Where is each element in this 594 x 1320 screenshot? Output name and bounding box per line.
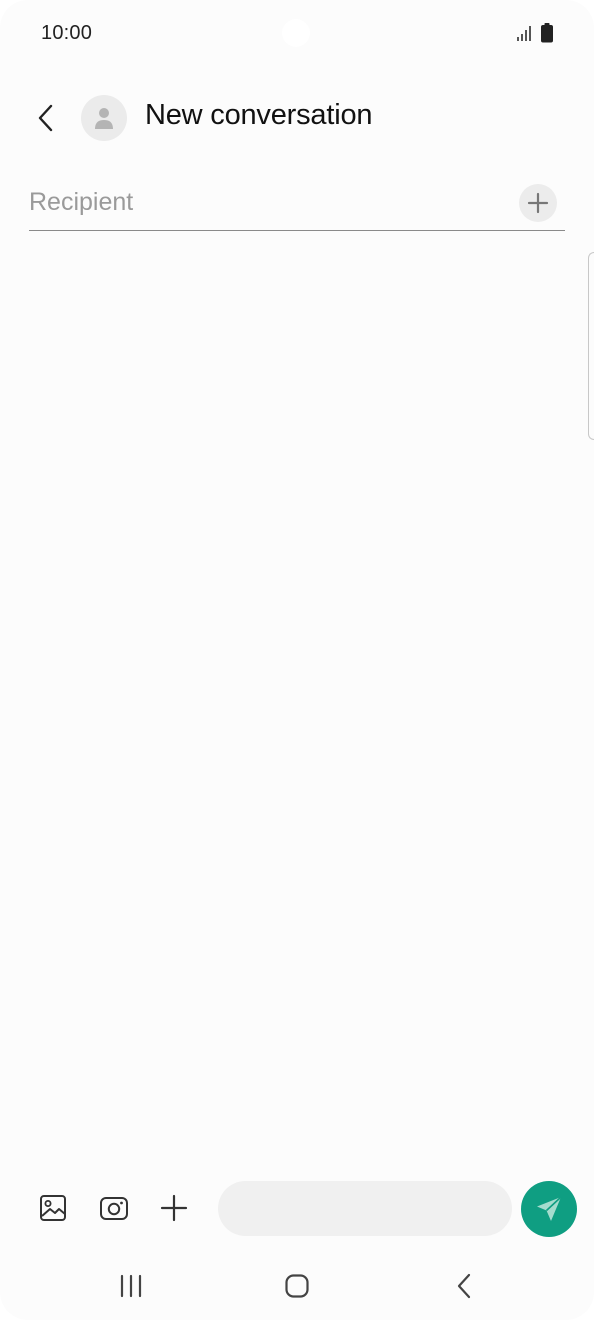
camera-button[interactable] xyxy=(96,1190,132,1226)
signal-bars-icon xyxy=(517,26,531,41)
nav-home-button[interactable] xyxy=(275,1268,319,1304)
send-icon xyxy=(537,1196,562,1221)
gallery-button[interactable] xyxy=(35,1190,71,1226)
person-icon xyxy=(95,108,113,129)
camera-icon xyxy=(100,1197,128,1220)
recents-icon xyxy=(120,1274,142,1298)
back-button[interactable] xyxy=(26,96,66,140)
avatar[interactable] xyxy=(81,95,127,141)
home-icon xyxy=(285,1274,309,1298)
nav-recents-button[interactable] xyxy=(109,1268,153,1304)
app-header: New conversation xyxy=(0,80,594,156)
status-bar: 10:00 xyxy=(0,0,594,66)
nav-back-button[interactable] xyxy=(442,1268,486,1304)
message-composer xyxy=(0,1176,594,1242)
chevron-left-icon xyxy=(38,104,53,132)
recipient-field xyxy=(29,178,565,231)
camera-cutout xyxy=(282,19,310,47)
send-button[interactable] xyxy=(521,1181,577,1237)
message-input[interactable] xyxy=(218,1181,512,1236)
recipient-input[interactable] xyxy=(29,184,499,220)
back-icon xyxy=(457,1273,471,1299)
scroll-handle[interactable] xyxy=(588,252,594,440)
image-icon xyxy=(40,1195,66,1221)
plus-icon xyxy=(527,192,549,214)
status-time: 10:00 xyxy=(41,22,93,44)
attach-button[interactable] xyxy=(156,1190,192,1226)
messaging-screen: 10:00 New conversation xyxy=(0,0,594,1320)
add-recipient-button[interactable] xyxy=(519,184,557,222)
battery-icon xyxy=(541,23,553,43)
system-nav-bar xyxy=(0,1256,594,1316)
page-title: New conversation xyxy=(145,99,373,131)
plus-icon xyxy=(160,1194,188,1222)
